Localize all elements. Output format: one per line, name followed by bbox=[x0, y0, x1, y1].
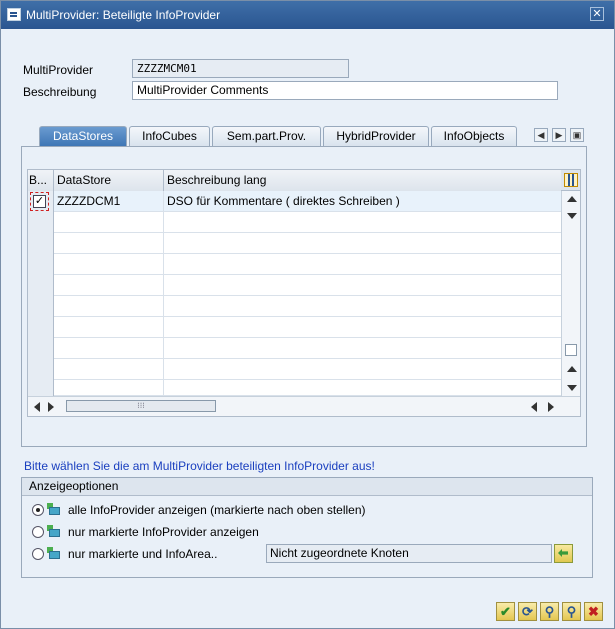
cell-datastore: ZZZZDCM1 bbox=[54, 191, 164, 212]
find-next-button[interactable]: ⚲ bbox=[562, 602, 581, 621]
row-selector[interactable] bbox=[28, 380, 54, 396]
group-title: Anzeigeoptionen bbox=[22, 478, 592, 496]
arrow-right-icon bbox=[558, 549, 568, 557]
tab-infocubes[interactable]: InfoCubes bbox=[129, 126, 210, 146]
vertical-scroll-thumb[interactable] bbox=[565, 344, 577, 356]
window-title: MultiProvider: Beteiligte InfoProvider bbox=[26, 8, 221, 22]
scroll-down-icon[interactable] bbox=[567, 385, 577, 391]
row-selector[interactable] bbox=[28, 233, 54, 254]
scroll-up-icon[interactable] bbox=[567, 366, 577, 372]
tab-list-icon[interactable]: ▣ bbox=[570, 128, 584, 142]
cell-empty bbox=[54, 233, 164, 254]
multiprovider-label: MultiProvider bbox=[23, 63, 94, 77]
table-row[interactable] bbox=[28, 338, 561, 359]
dialog-icon bbox=[7, 8, 21, 21]
table-row[interactable] bbox=[28, 233, 561, 254]
table-header: B... DataStore Beschreibung lang bbox=[28, 170, 561, 192]
instruction-message: Bitte wählen Sie die am MultiProvider be… bbox=[24, 459, 375, 473]
cell-empty bbox=[54, 296, 164, 317]
table-layout-icon[interactable] bbox=[561, 170, 580, 191]
cell-empty bbox=[54, 359, 164, 380]
cell-empty bbox=[54, 380, 164, 396]
find-button[interactable]: ⚲ bbox=[540, 602, 559, 621]
scroll-down-page-icon[interactable] bbox=[567, 213, 577, 219]
table-row[interactable] bbox=[28, 380, 561, 396]
beschreibung-label: Beschreibung bbox=[23, 85, 97, 99]
radio-show-all-label[interactable]: alle InfoProvider anzeigen (markierte na… bbox=[68, 503, 366, 517]
display-options-group: Anzeigeoptionen alle InfoProvider anzeig… bbox=[21, 477, 593, 578]
row-selector[interactable] bbox=[28, 275, 54, 296]
tab-prev-icon[interactable]: ◀ bbox=[534, 128, 548, 142]
cell-empty bbox=[54, 317, 164, 338]
close-icon[interactable]: ✕ bbox=[590, 7, 604, 21]
tab-datastores[interactable]: DataStores bbox=[39, 126, 127, 147]
table-row[interactable] bbox=[28, 275, 561, 296]
tab-next-icon[interactable]: ▶ bbox=[552, 128, 566, 142]
radio-marked-and-infoarea-label[interactable]: nur markierte und InfoArea.. bbox=[68, 547, 217, 561]
marked-infoprovider-icon bbox=[47, 525, 61, 538]
row-selector[interactable] bbox=[28, 296, 54, 317]
table-row[interactable] bbox=[28, 359, 561, 380]
scroll-left-icon[interactable] bbox=[34, 402, 40, 412]
table-row[interactable] bbox=[28, 296, 561, 317]
radio-show-marked-label[interactable]: nur markierte InfoProvider anzeigen bbox=[68, 525, 259, 539]
multiprovider-field[interactable]: ZZZZMCM01 bbox=[132, 59, 349, 78]
vertical-scrollbar[interactable] bbox=[561, 191, 580, 396]
row-selector[interactable]: ✓ bbox=[28, 191, 54, 212]
radio-marked-and-infoarea[interactable] bbox=[32, 548, 44, 560]
row-selector[interactable] bbox=[28, 212, 54, 233]
tab-hybridprovider[interactable]: HybridProvider bbox=[323, 126, 429, 146]
cell-empty bbox=[54, 212, 164, 233]
column-header-select[interactable]: B... bbox=[28, 170, 54, 191]
refresh-button[interactable]: ⟳ bbox=[518, 602, 537, 621]
apply-node-button[interactable] bbox=[554, 544, 573, 563]
beschreibung-field[interactable]: MultiProvider Comments bbox=[132, 81, 558, 100]
column-header-beschreibung[interactable]: Beschreibung lang bbox=[164, 170, 561, 191]
node-field[interactable]: Nicht zugeordnete Knoten bbox=[266, 544, 552, 563]
column-header-datastore[interactable]: DataStore bbox=[54, 170, 164, 191]
horizontal-scrollbar[interactable]: ⁝⁝⁝ bbox=[28, 396, 580, 416]
row-selector[interactable] bbox=[28, 254, 54, 275]
tab-sem-part-prov[interactable]: Sem.part.Prov. bbox=[212, 126, 321, 146]
scroll-right-icon[interactable] bbox=[48, 402, 54, 412]
title-bar: MultiProvider: Beteiligte InfoProvider ✕ bbox=[1, 1, 614, 29]
horizontal-scroll-thumb[interactable]: ⁝⁝⁝ bbox=[66, 400, 216, 412]
infoarea-icon bbox=[47, 547, 61, 560]
radio-show-all[interactable] bbox=[32, 504, 44, 516]
scroll-left-end-icon[interactable] bbox=[531, 402, 537, 412]
scroll-right-end-icon[interactable] bbox=[548, 402, 554, 412]
tab-infoobjects[interactable]: InfoObjects bbox=[431, 126, 517, 146]
confirm-button[interactable]: ✔ bbox=[496, 602, 515, 621]
cell-beschreibung: DSO für Kommentare ( direktes Schreiben … bbox=[167, 194, 400, 208]
cell-empty bbox=[54, 254, 164, 275]
row-selector[interactable] bbox=[28, 338, 54, 359]
scroll-top-icon[interactable] bbox=[567, 196, 577, 202]
row-selector[interactable] bbox=[28, 359, 54, 380]
row-selector[interactable] bbox=[28, 317, 54, 338]
dialog-window: MultiProvider: Beteiligte InfoProvider ✕… bbox=[0, 0, 615, 629]
table-row[interactable] bbox=[28, 254, 561, 275]
cell-empty bbox=[54, 275, 164, 296]
radio-show-marked[interactable] bbox=[32, 526, 44, 538]
cell-empty bbox=[54, 338, 164, 359]
cancel-button[interactable]: ✖ bbox=[584, 602, 603, 621]
infoprovider-icon bbox=[47, 503, 61, 516]
row-checkbox[interactable]: ✓ bbox=[33, 195, 46, 208]
table-row[interactable] bbox=[28, 317, 561, 338]
datastore-table: B... DataStore Beschreibung lang ✓ ZZZZD… bbox=[27, 169, 581, 417]
table-row[interactable] bbox=[28, 212, 561, 233]
table-row[interactable]: ✓ ZZZZDCM1 DSO für Kommentare ( direktes… bbox=[28, 191, 561, 212]
